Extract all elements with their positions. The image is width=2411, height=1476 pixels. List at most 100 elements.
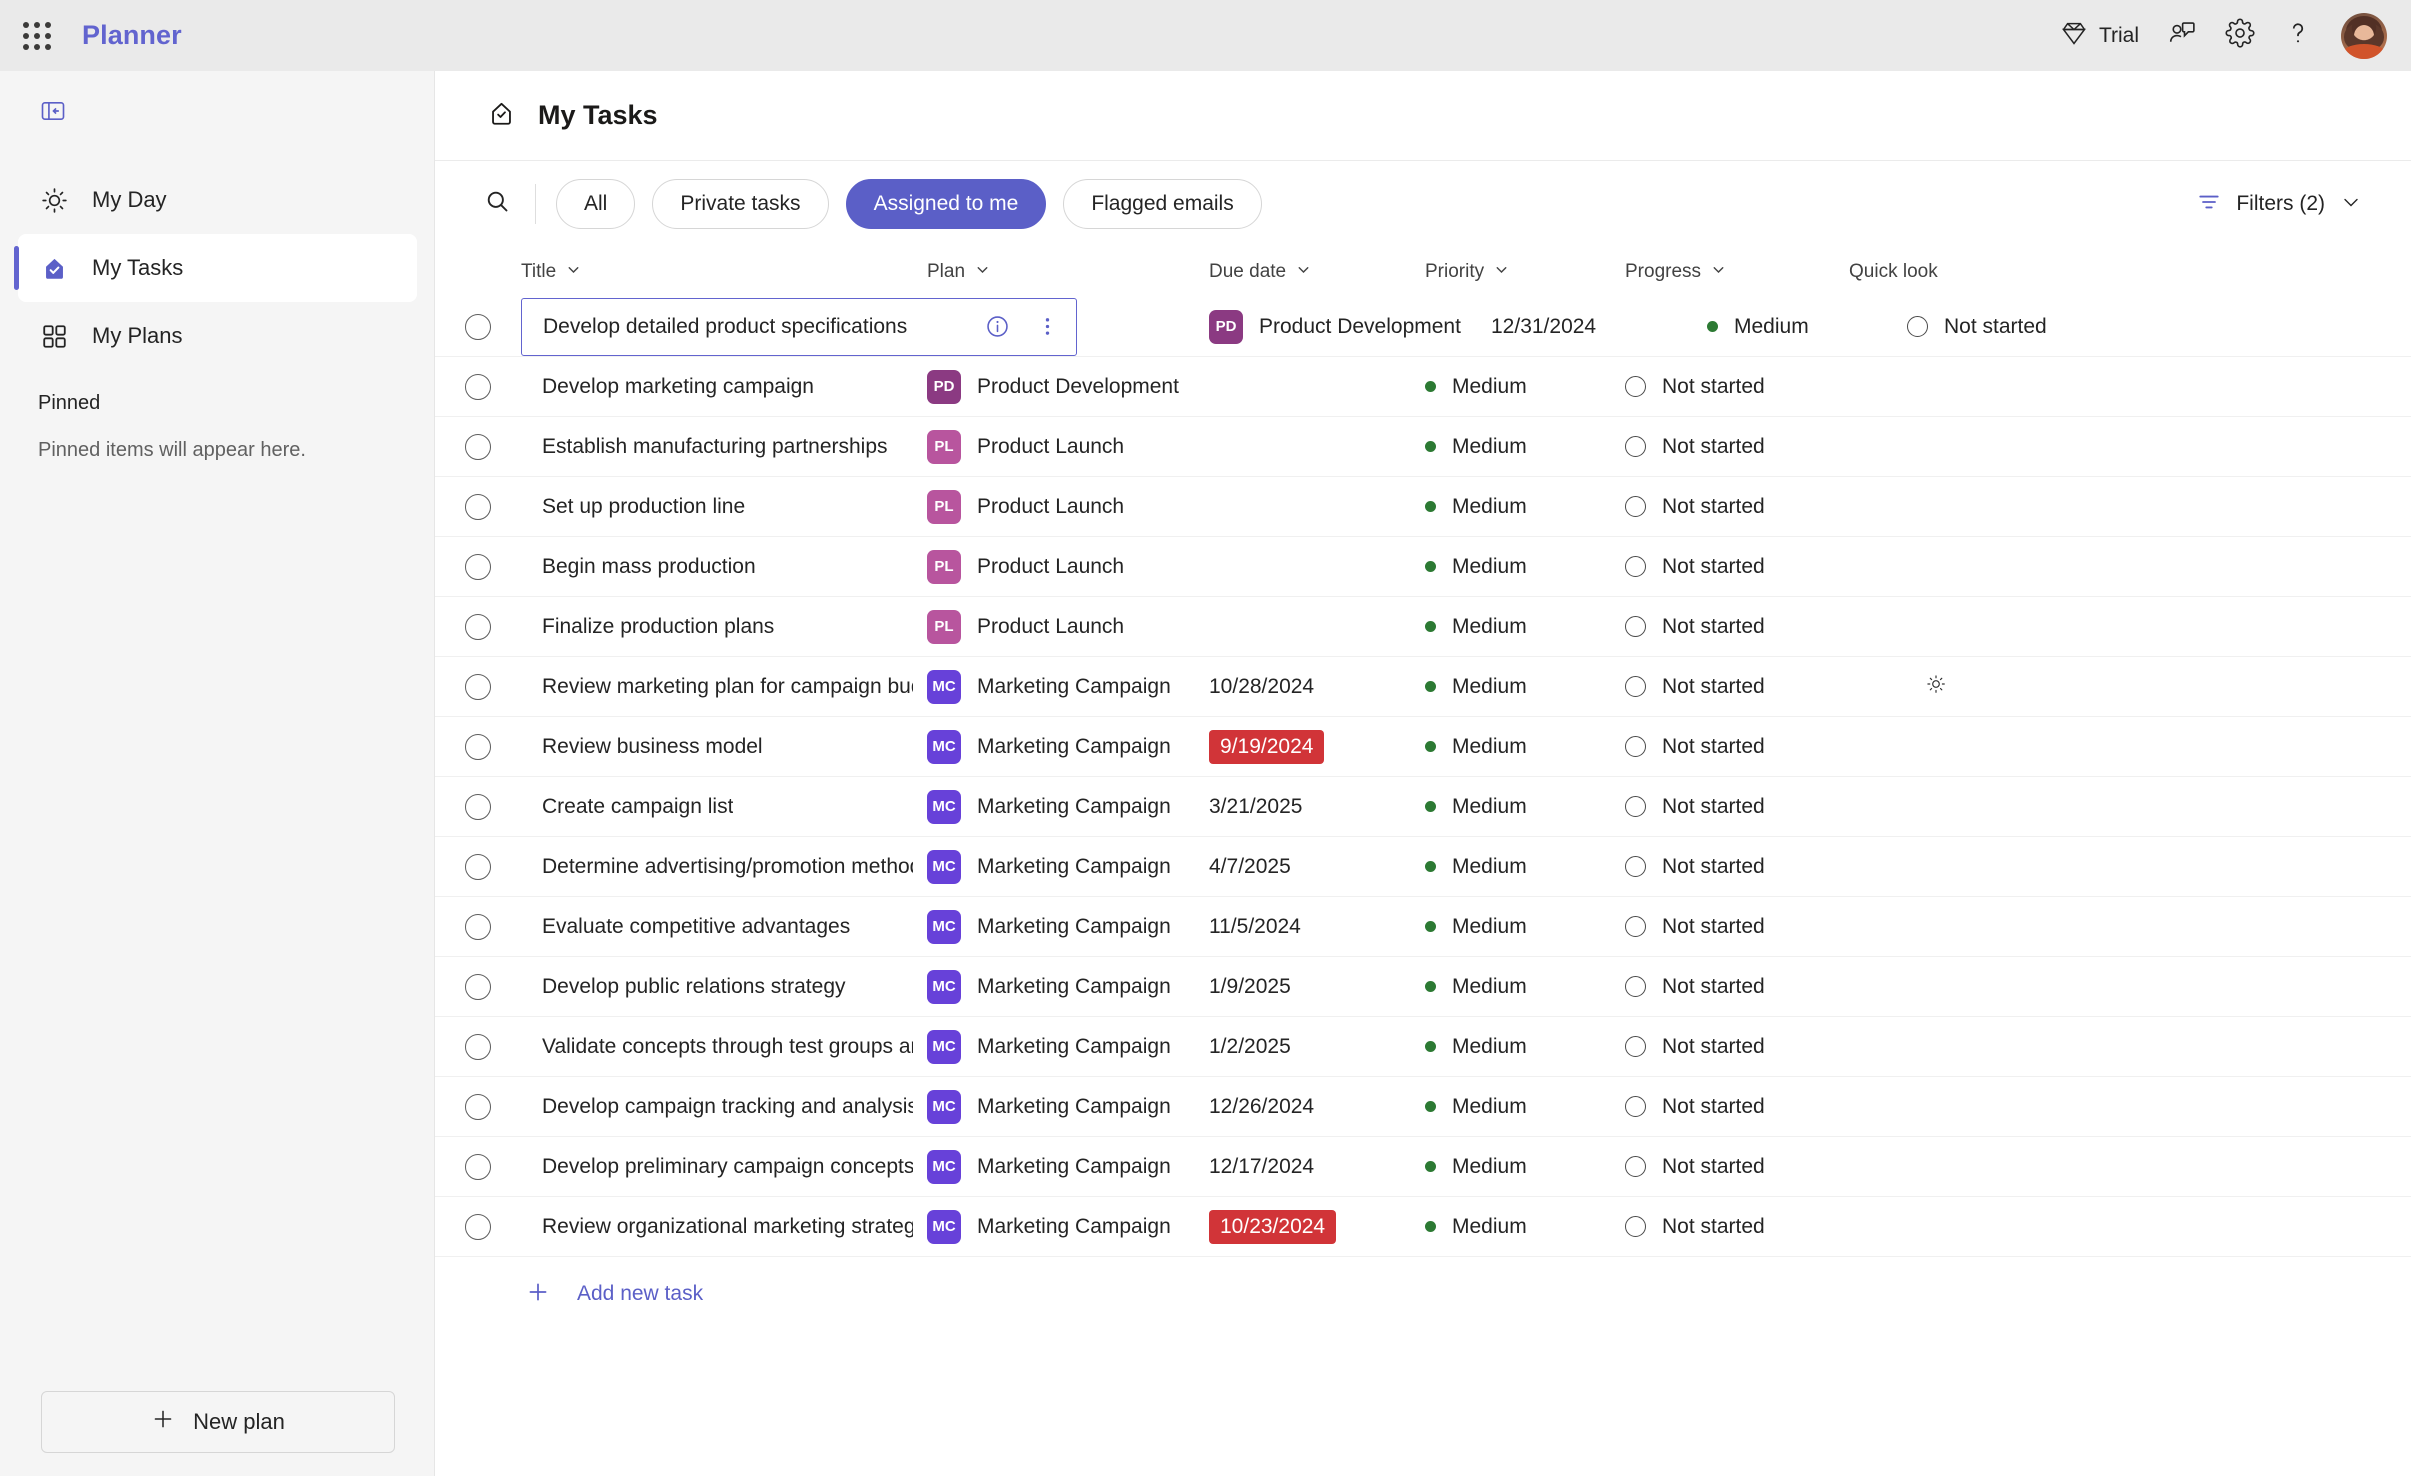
task-progress-cell[interactable]: Not started (1625, 495, 1849, 519)
task-progress-cell[interactable]: Not started (1625, 615, 1849, 639)
task-progress-cell[interactable]: Not started (1625, 1215, 1849, 1239)
trial-button[interactable]: Trial (2046, 9, 2153, 63)
task-complete-checkbox[interactable] (465, 973, 491, 1000)
column-header-priority[interactable]: Priority (1425, 261, 1625, 284)
task-plan-cell[interactable]: MC Marketing Campaign (927, 789, 1209, 824)
task-title-cell[interactable]: Review organizational marketing strategy (521, 1199, 927, 1255)
add-new-task-button[interactable]: Add new task (435, 1257, 2411, 1331)
sun-icon[interactable] (1925, 673, 1947, 700)
task-progress-cell[interactable]: Not started (1625, 855, 1849, 879)
table-row[interactable]: Develop detailed product specifications P… (435, 297, 2411, 357)
task-title-cell[interactable]: Develop detailed product specifications (521, 297, 1077, 356)
sidebar-item-my-plans[interactable]: My Plans (18, 302, 417, 370)
task-priority-cell[interactable]: Medium (1425, 1095, 1625, 1119)
task-priority-cell[interactable]: Medium (1425, 375, 1625, 399)
task-progress-cell[interactable]: Not started (1625, 1035, 1849, 1059)
task-priority-cell[interactable]: Medium (1707, 315, 1907, 339)
task-title-cell[interactable]: Develop preliminary campaign concepts (521, 1139, 927, 1195)
task-title[interactable]: Create campaign list (542, 795, 733, 819)
task-title[interactable]: Review marketing plan for campaign budge… (542, 675, 913, 699)
task-title-cell[interactable]: Determine advertising/promotion methods … (521, 839, 927, 895)
task-priority-cell[interactable]: Medium (1425, 1215, 1625, 1239)
task-progress-cell[interactable]: Not started (1625, 795, 1849, 819)
table-row[interactable]: Determine advertising/promotion methods … (435, 837, 2411, 897)
table-row[interactable]: Develop campaign tracking and analysis p… (435, 1077, 2411, 1137)
task-complete-checkbox[interactable] (465, 1153, 491, 1180)
column-header-due-date[interactable]: Due date (1209, 261, 1425, 284)
task-title[interactable]: Develop marketing campaign (542, 375, 814, 399)
task-complete-checkbox[interactable] (465, 613, 491, 640)
task-complete-checkbox[interactable] (465, 313, 491, 340)
task-due-date-cell[interactable]: 10/28/2024 (1209, 675, 1425, 699)
search-button[interactable] (473, 180, 521, 228)
column-header-title[interactable]: Title (521, 261, 927, 284)
task-plan-cell[interactable]: PL Product Launch (927, 609, 1209, 644)
task-progress-cell[interactable]: Not started (1625, 975, 1849, 999)
task-quick-look-cell[interactable] (1849, 673, 2069, 700)
help-button[interactable] (2269, 9, 2327, 63)
task-due-date-cell[interactable]: 9/19/2024 (1209, 729, 1425, 764)
task-title-cell[interactable]: Develop campaign tracking and analysis p… (521, 1079, 927, 1135)
table-row[interactable]: Validate concepts through test groups an… (435, 1017, 2411, 1077)
task-progress-cell[interactable]: Not started (1625, 435, 1849, 459)
task-title[interactable]: Establish manufacturing partnerships (542, 435, 888, 459)
table-row[interactable]: Create campaign list MC Marketing Campaign… (435, 777, 2411, 837)
task-title-cell[interactable]: Develop public relations strategy (521, 959, 927, 1015)
task-progress-cell[interactable]: Not started (1625, 375, 1849, 399)
task-priority-cell[interactable]: Medium (1425, 1035, 1625, 1059)
tab-flagged-emails[interactable]: Flagged emails (1063, 179, 1262, 229)
more-options-icon[interactable] (1032, 312, 1062, 342)
task-due-date-cell[interactable]: 12/26/2024 (1209, 1095, 1425, 1119)
table-row[interactable]: Establish manufacturing partnerships PL Pr… (435, 417, 2411, 477)
task-complete-checkbox[interactable] (465, 673, 491, 700)
task-complete-checkbox[interactable] (465, 853, 491, 880)
task-title[interactable]: Determine advertising/promotion methods … (542, 855, 913, 879)
task-priority-cell[interactable]: Medium (1425, 435, 1625, 459)
task-priority-cell[interactable]: Medium (1425, 1155, 1625, 1179)
task-plan-cell[interactable]: MC Marketing Campaign (927, 969, 1209, 1004)
table-row[interactable]: Develop preliminary campaign concepts MC M… (435, 1137, 2411, 1197)
table-row[interactable]: Review marketing plan for campaign budge… (435, 657, 2411, 717)
tab-all[interactable]: All (556, 179, 636, 229)
column-header-plan[interactable]: Plan (927, 261, 1209, 284)
task-priority-cell[interactable]: Medium (1425, 555, 1625, 579)
table-row[interactable]: Evaluate competitive advantages MC Marketi… (435, 897, 2411, 957)
tab-assigned-to-me[interactable]: Assigned to me (845, 179, 1047, 229)
task-priority-cell[interactable]: Medium (1425, 975, 1625, 999)
task-title[interactable]: Finalize production plans (542, 615, 774, 639)
task-priority-cell[interactable]: Medium (1425, 735, 1625, 759)
task-progress-cell[interactable]: Not started (1625, 1095, 1849, 1119)
task-plan-cell[interactable]: PL Product Launch (927, 429, 1209, 464)
task-title[interactable]: Develop campaign tracking and analysis p… (542, 1095, 913, 1119)
task-plan-cell[interactable]: MC Marketing Campaign (927, 1209, 1209, 1244)
task-title[interactable]: Develop detailed product specifications (543, 315, 907, 339)
task-complete-checkbox[interactable] (465, 1093, 491, 1120)
task-complete-checkbox[interactable] (465, 913, 491, 940)
task-progress-cell[interactable]: Not started (1907, 315, 2131, 339)
task-title[interactable]: Begin mass production (542, 555, 756, 579)
task-priority-cell[interactable]: Medium (1425, 495, 1625, 519)
table-row[interactable]: Begin mass production PL Product Launch Med… (435, 537, 2411, 597)
table-row[interactable]: Finalize production plans PL Product Launc… (435, 597, 2411, 657)
task-title[interactable]: Review organizational marketing strategy (542, 1215, 913, 1239)
task-plan-cell[interactable]: PL Product Launch (927, 489, 1209, 524)
table-row[interactable]: Review business model MC Marketing Campaig… (435, 717, 2411, 777)
task-title[interactable]: Set up production line (542, 495, 745, 519)
task-due-date-cell[interactable]: 1/2/2025 (1209, 1035, 1425, 1059)
task-complete-checkbox[interactable] (465, 793, 491, 820)
task-complete-checkbox[interactable] (465, 373, 491, 400)
task-complete-checkbox[interactable] (465, 553, 491, 580)
task-title-cell[interactable]: Finalize production plans (521, 599, 927, 655)
task-due-date-cell[interactable]: 3/21/2025 (1209, 795, 1425, 819)
task-plan-cell[interactable]: MC Marketing Campaign (927, 1089, 1209, 1124)
task-complete-checkbox[interactable] (465, 433, 491, 460)
task-title[interactable]: Validate concepts through test groups an… (542, 1035, 913, 1059)
task-complete-checkbox[interactable] (465, 493, 491, 520)
task-priority-cell[interactable]: Medium (1425, 675, 1625, 699)
task-plan-cell[interactable]: PL Product Launch (927, 549, 1209, 584)
feedback-button[interactable] (2153, 9, 2211, 63)
task-plan-cell[interactable]: PD Product Development (1209, 309, 1491, 344)
tab-private-tasks[interactable]: Private tasks (652, 179, 829, 229)
task-priority-cell[interactable]: Medium (1425, 795, 1625, 819)
task-plan-cell[interactable]: MC Marketing Campaign (927, 729, 1209, 764)
